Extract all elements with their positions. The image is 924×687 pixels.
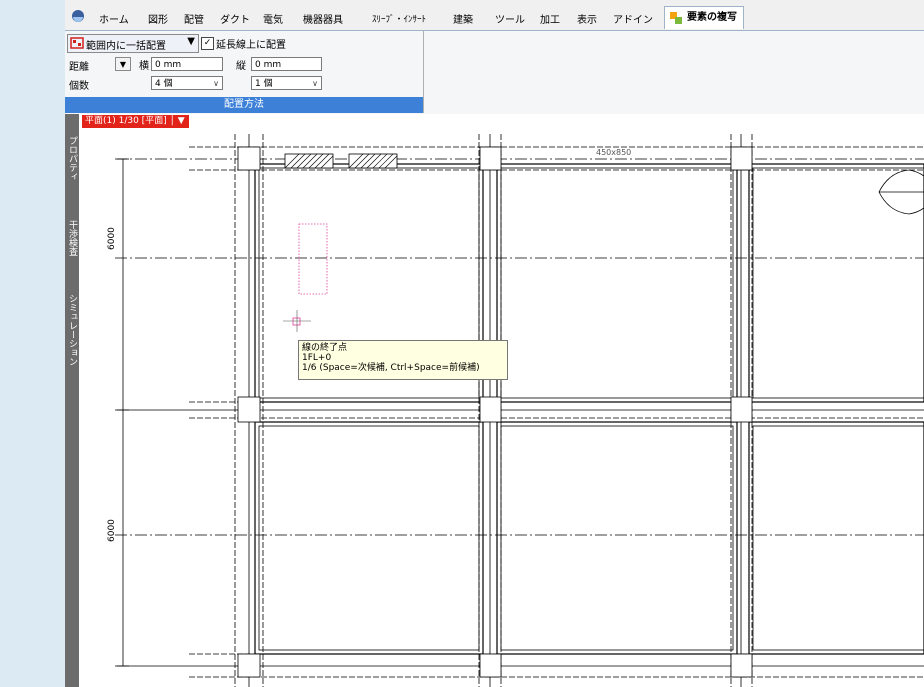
dimension-label-lower: 6000	[107, 519, 117, 542]
tab-duct[interactable]: ダクト	[220, 11, 250, 26]
snap-tooltip: 線の終了点 1FL+0 1/6 (Space=次候補, Ctrl+Space=前…	[298, 340, 508, 380]
side-tab-interference-check[interactable]: 干渉検査	[65, 220, 79, 256]
tooltip-level: 1FL+0	[302, 353, 332, 363]
application-window: ホーム 図形 配管 ダクト 電気 機器器具 ｽﾘｰﾌﾞ・ｲﾝｻｰﾄ 建築 ツール…	[65, 0, 924, 687]
vertical-count-select[interactable]: 1 個 ∨	[251, 76, 322, 90]
horizontal-count-select[interactable]: 4 個 ∨	[151, 76, 223, 90]
chevron-down-icon: ∨	[312, 79, 318, 88]
group-caption: 配置方法	[65, 97, 423, 113]
tab-copy-elements-label: 要素の複写	[687, 12, 737, 23]
side-tab-simulation[interactable]: シミュレーション	[65, 294, 79, 366]
side-panel-strip: プロパティ 干渉検査 シミュレーション	[65, 114, 79, 687]
vertical-count-value: 1 個	[255, 79, 273, 89]
chevron-down-icon: ▼	[187, 36, 195, 47]
ribbon-panel: 範囲内に一括配置 ▼ ✓ 延長線上に配置 距離 ▼ 横 0 mm 縦 0 mm …	[65, 30, 924, 116]
extend-line-checkbox[interactable]: ✓	[201, 37, 214, 50]
floor-plan-drawing	[115, 134, 924, 687]
tab-architecture[interactable]: 建築	[453, 11, 473, 26]
tooltip-candidate: 1/6 (Space=次候補, Ctrl+Space=前候補)	[302, 363, 480, 373]
horizontal-distance-input[interactable]: 0 mm	[151, 57, 223, 71]
view-tab[interactable]: 平面(1) 1/30 [平面] │ ▼	[82, 115, 189, 128]
dimension-label-upper: 6000	[107, 227, 117, 250]
beam-size-label: 450x850	[596, 148, 632, 157]
placement-method-group: 範囲内に一括配置 ▼ ✓ 延長線上に配置 距離 ▼ 横 0 mm 縦 0 mm …	[65, 31, 424, 113]
extend-line-label: 延長線上に配置	[216, 40, 286, 51]
tab-copy-elements[interactable]: 要素の複写	[664, 6, 744, 29]
vertical-label: 縦	[236, 61, 246, 72]
tab-addin[interactable]: アドイン	[613, 11, 653, 26]
range-placement-icon	[70, 37, 84, 49]
tab-shapes[interactable]: 図形	[148, 11, 168, 26]
chevron-down-icon[interactable]: │ ▼	[170, 115, 185, 128]
count-label: 個数	[69, 81, 89, 92]
placement-mode-label: 範囲内に一括配置	[86, 41, 166, 52]
chevron-down-icon: ∨	[213, 79, 219, 88]
distance-dropdown-button[interactable]: ▼	[115, 57, 131, 71]
tab-equipment[interactable]: 機器器具	[303, 11, 343, 26]
view-tab-label: 平面(1) 1/30 [平面]	[85, 116, 167, 126]
horizontal-count-value: 4 個	[155, 79, 173, 89]
tooltip-title: 線の終了点	[302, 343, 348, 353]
side-tab-properties[interactable]: プロパティ	[65, 136, 79, 181]
app-menu-icon[interactable]	[71, 9, 85, 23]
tab-processing[interactable]: 加工	[540, 11, 560, 26]
distance-label: 距離	[69, 62, 89, 73]
tab-home[interactable]: ホーム	[99, 11, 129, 26]
placement-mode-dropdown[interactable]: 範囲内に一括配置 ▼	[67, 34, 199, 53]
copy-elements-icon	[670, 12, 682, 24]
tab-view[interactable]: 表示	[577, 11, 597, 26]
tab-tools[interactable]: ツール	[495, 11, 525, 26]
tab-piping[interactable]: 配管	[184, 11, 204, 26]
drawing-canvas[interactable]: 450x850 6000 6000 平面(1) 1/30 [平面] │ ▼ 線の…	[79, 114, 924, 687]
horizontal-label: 横	[139, 61, 149, 72]
tab-electric[interactable]: 電気	[263, 11, 283, 26]
ribbon-tab-bar: ホーム 図形 配管 ダクト 電気 機器器具 ｽﾘｰﾌﾞ・ｲﾝｻｰﾄ 建築 ツール…	[65, 0, 924, 30]
vertical-distance-input[interactable]: 0 mm	[251, 57, 322, 71]
tab-sleeve-insert[interactable]: ｽﾘｰﾌﾞ・ｲﾝｻｰﾄ	[372, 12, 426, 25]
